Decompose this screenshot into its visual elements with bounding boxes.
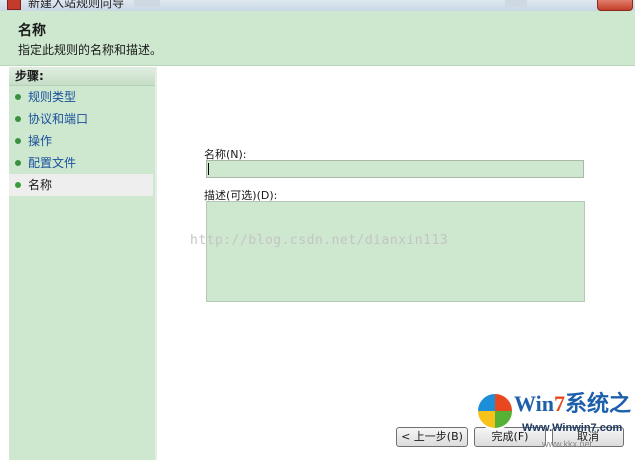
back-button[interactable]: < 上一步(B) <box>396 427 468 447</box>
bullet-icon <box>15 94 21 100</box>
logo-url: Www.Winwin7.com <box>522 422 623 434</box>
bullet-icon <box>15 138 21 144</box>
step-label: 规则类型 <box>28 90 77 104</box>
name-input[interactable] <box>206 160 584 178</box>
windows-flag-icon <box>476 392 514 430</box>
step-label: 名称 <box>28 178 53 192</box>
site-logo-watermark: Win7系统之家 Www.Winwin7.com www.kkx.net <box>470 382 632 458</box>
logo-win: Win <box>514 391 554 416</box>
step-label: 配置文件 <box>28 156 77 170</box>
logo-sub-url: www.kkx.net <box>542 439 593 449</box>
step-protocol-and-ports[interactable]: 协议和端口 <box>9 108 155 130</box>
title-bar-blur <box>505 0 527 7</box>
bullet-icon <box>15 116 21 122</box>
close-window-button[interactable] <box>597 0 633 11</box>
watermark-text: http://blog.csdn.net/dianxin113 <box>190 233 449 248</box>
steps-title: 步骤: <box>9 67 155 86</box>
logo-brand-name: 系统之家 <box>564 391 632 416</box>
page-title: 名称 <box>18 23 46 39</box>
step-name[interactable]: 名称 <box>9 174 153 196</box>
window-title: 新建入站规则向导 <box>28 0 125 10</box>
logo-brand: Win7系统之家 <box>514 386 632 418</box>
bullet-icon <box>15 160 21 166</box>
text-cursor <box>208 163 209 175</box>
step-label: 协议和端口 <box>28 112 89 126</box>
wizard-header: 名称 指定此规则的名称和描述。 <box>0 11 635 66</box>
title-bar-blur <box>134 0 160 7</box>
bullet-icon <box>15 182 21 188</box>
step-rule-type[interactable]: 规则类型 <box>9 86 155 108</box>
firewall-app-icon <box>7 0 21 10</box>
step-profile[interactable]: 配置文件 <box>9 152 155 174</box>
steps-pane: 步骤: 规则类型 协议和端口 操作 配置文件 名称 <box>9 67 157 460</box>
page-description: 指定此规则的名称和描述。 <box>18 43 163 57</box>
step-action[interactable]: 操作 <box>9 130 155 152</box>
step-label: 操作 <box>28 134 53 148</box>
logo-seven: 7 <box>553 391 565 416</box>
description-textarea[interactable] <box>206 201 585 302</box>
